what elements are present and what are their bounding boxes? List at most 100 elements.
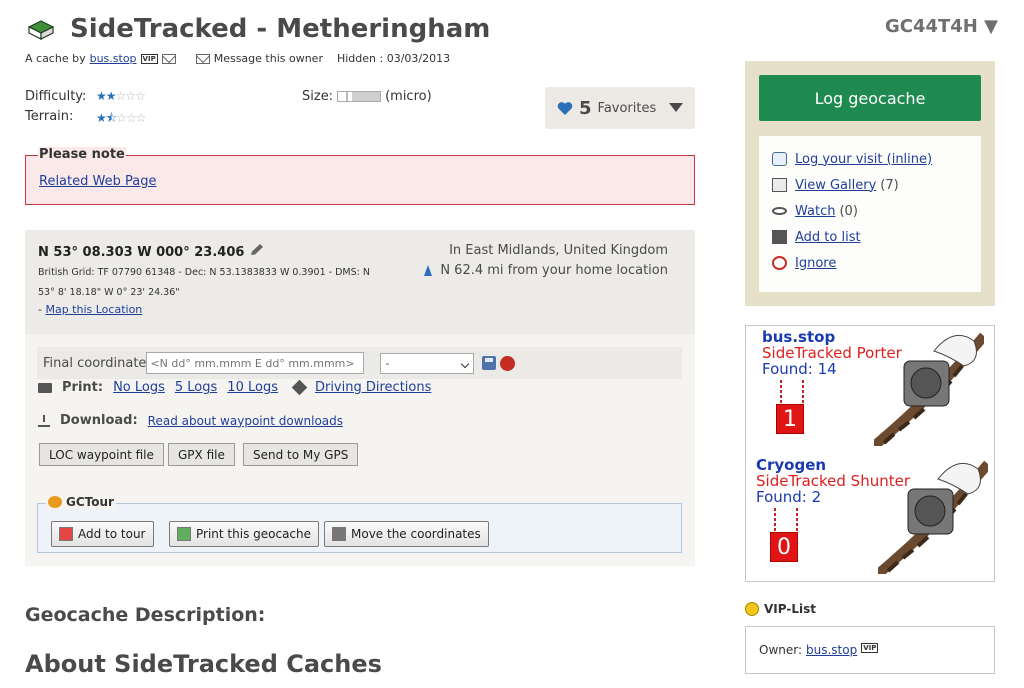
star-empty-icon: ☆ (125, 111, 137, 125)
final-coordinate-input[interactable] (146, 352, 365, 374)
terrain-stars: ★⯪☆☆☆ (96, 109, 147, 130)
move-coordinates-label: Move the coordinates (351, 527, 481, 541)
driving-directions-link[interactable]: Driving Directions (315, 380, 431, 395)
star-empty-icon: ☆ (135, 111, 147, 125)
trackables-panel: bus.stop SideTracked Porter Found: 14 1 … (745, 325, 995, 582)
description-heading: Geocache Description: (25, 604, 266, 626)
vip-owner-link[interactable]: bus.stop (806, 643, 857, 657)
message-owner-link[interactable]: Message this owner (214, 52, 323, 65)
gc-code-dropdown[interactable]: GC44T4H ▼ (885, 16, 998, 37)
trackable-2-found: Found: 2 (756, 489, 821, 505)
coordinate-formats: British Grid: TF 07790 61348 - Dec: N 53… (38, 267, 370, 298)
chain-icon (796, 508, 798, 534)
watch-count: (0) (839, 203, 858, 219)
gallery-item[interactable]: View Gallery (7) (772, 172, 981, 198)
trackable-2-name[interactable]: Cryogen (756, 457, 826, 473)
star-full-icon: ★ (105, 89, 117, 103)
size-value: (micro) (385, 89, 432, 104)
trackable-1-name[interactable]: bus.stop (762, 329, 835, 345)
send-to-gps-button[interactable]: Send to My GPS (243, 443, 359, 466)
final-coordinate-select[interactable]: - (380, 352, 475, 374)
add-list-item[interactable]: Add to list (772, 224, 981, 250)
ignore-item[interactable]: Ignore (772, 250, 981, 276)
gctour-box: GCTour Add to tour Print this geocache M… (37, 495, 682, 553)
print-10-logs-link[interactable]: 10 Logs (227, 380, 278, 395)
gallery-icon (772, 178, 787, 192)
chain-icon (780, 380, 782, 406)
difficulty-stars: ★★☆☆☆ (96, 89, 146, 103)
vip-list-box: Owner: bus.stop VIP (745, 626, 995, 674)
caret-down-icon (669, 103, 683, 112)
found-label: Found: (762, 360, 813, 378)
coordinates: N 53° 08.303 W 000° 23.406 (38, 243, 265, 260)
vip-owner-label: Owner: (759, 643, 803, 657)
delete-icon[interactable] (500, 355, 516, 371)
vip-badge: VIP (140, 53, 158, 64)
select-value: - (385, 356, 390, 370)
byline-prefix: A cache by (25, 52, 86, 65)
print-5-logs-link[interactable]: 5 Logs (175, 380, 217, 395)
add-to-list-link[interactable]: Add to list (795, 230, 861, 245)
star-empty-icon: ☆ (116, 111, 127, 125)
print-label: Print: (62, 380, 104, 395)
directions-icon (291, 379, 308, 396)
owner-link[interactable]: bus.stop (90, 52, 137, 65)
size-label: Size: (302, 89, 334, 104)
vip-badge: VIP (861, 643, 879, 653)
print-row: Print: No Logs 5 Logs 10 Logs Driving Di… (38, 379, 431, 396)
distance-row: N 62.4 mi from your home location (424, 263, 668, 278)
view-gallery-link[interactable]: View Gallery (795, 178, 876, 193)
download-row: Download: Read about waypoint downloads (38, 413, 343, 428)
print-no-logs-link[interactable]: No Logs (113, 380, 165, 395)
watch-item[interactable]: Watch (0) (772, 198, 981, 224)
trackable-1-counter: 1 (776, 404, 804, 434)
save-icon[interactable] (482, 356, 497, 370)
related-web-page-link[interactable]: Related Web Page (39, 174, 156, 189)
tools-panel: Final coordinate - Print: No Logs 5 Logs… (25, 334, 695, 566)
map-location-link[interactable]: Map this Location (45, 303, 142, 316)
log-geocache-button[interactable]: Log geocache (759, 75, 981, 121)
star-full-icon: ★ (96, 111, 107, 125)
favorites-widget[interactable]: 5 Favorites (545, 87, 695, 129)
ignore-link[interactable]: Ignore (795, 256, 836, 271)
found-count: 14 (817, 360, 837, 378)
print-geocache-button[interactable]: Print this geocache (169, 521, 320, 547)
add-to-tour-label: Add to tour (78, 527, 146, 541)
chevron-down-icon: ▼ (984, 16, 998, 37)
log-visit-item[interactable]: Log your visit (inline) (772, 146, 981, 172)
log-visit-link[interactable]: Log your visit (inline) (795, 152, 932, 167)
cache-type-icon (27, 20, 55, 40)
move-coordinates-button[interactable]: Move the coordinates (324, 521, 489, 547)
printer-icon (38, 382, 52, 393)
download-icon (38, 414, 50, 427)
gc-code: GC44T4H (884, 16, 978, 37)
envelope-icon[interactable] (161, 53, 176, 64)
gallery-count: (7) (880, 177, 899, 193)
message-icon[interactable] (195, 53, 210, 64)
gctour-legend: GCTour (46, 495, 116, 509)
locomotive-icon (878, 460, 988, 574)
please-note-box: Please note Related Web Page (25, 147, 695, 205)
star-empty-icon: ☆ (125, 89, 136, 103)
bookmark-icon (772, 230, 787, 244)
favorites-count: 5 (579, 97, 592, 119)
move-icon (332, 527, 346, 541)
trackable-2-counter: 0 (770, 532, 798, 562)
watch-link[interactable]: Watch (795, 204, 835, 219)
difficulty-label: Difficulty: (25, 89, 87, 104)
coordinates-panel: N 53° 08.303 W 000° 23.406 British Grid:… (25, 230, 695, 334)
waypoint-downloads-link[interactable]: Read about waypoint downloads (148, 414, 343, 428)
please-note-legend: Please note (38, 147, 126, 162)
add-to-tour-button[interactable]: Add to tour (51, 521, 154, 547)
log-icon (772, 152, 787, 166)
pencil-icon[interactable] (249, 243, 265, 257)
final-coordinate-row: Final coordinate - (37, 347, 682, 379)
add-icon (59, 527, 73, 541)
locomotive-icon (874, 332, 984, 446)
page-title: SideTracked - Metheringham (70, 14, 491, 44)
vip-list-label: VIP-List (764, 602, 816, 616)
chain-icon (774, 508, 776, 534)
loc-waypoint-button[interactable]: LOC waypoint file (39, 443, 164, 466)
hidden-date: Hidden : 03/03/2013 (336, 52, 451, 65)
gpx-file-button[interactable]: GPX file (168, 443, 235, 466)
